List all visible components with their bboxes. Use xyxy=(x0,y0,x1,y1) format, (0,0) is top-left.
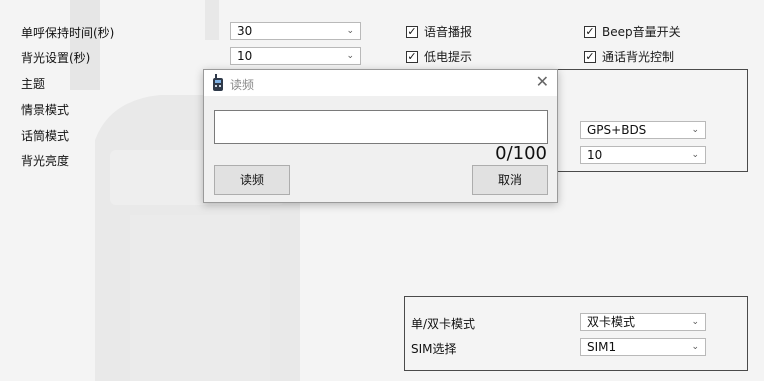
sim-value: SIM1 xyxy=(587,340,617,354)
card-mode-select[interactable]: 双卡模式 ⌄ xyxy=(580,313,706,331)
cancel-button[interactable]: 取消 xyxy=(472,165,548,195)
check-icon: ✓ xyxy=(406,25,418,38)
sim-select-label: SIM选择 xyxy=(411,342,457,356)
brightness-select[interactable]: 10 ⌄ xyxy=(580,146,706,164)
chevron-down-icon: ⌄ xyxy=(691,342,699,352)
backlight-time-value: 10 xyxy=(237,49,253,63)
chevron-down-icon: ⌄ xyxy=(691,317,699,327)
close-icon[interactable]: ✕ xyxy=(536,73,549,91)
card-mode-value: 双卡模式 xyxy=(587,315,636,329)
mic-mode-label: 话筒模式 xyxy=(21,129,70,143)
positioning-select[interactable]: GPS+BDS ⌄ xyxy=(580,121,706,139)
check-icon: ✓ xyxy=(584,50,596,63)
call-backlight-checkbox[interactable]: ✓ 通话背光控制 xyxy=(584,48,674,65)
low-battery-label: 低电提示 xyxy=(424,50,473,64)
low-battery-checkbox[interactable]: ✓ 低电提示 xyxy=(406,48,472,65)
character-counter: 0/100 xyxy=(495,143,547,164)
backlight-brightness-label: 背光亮度 xyxy=(21,154,70,168)
scene-mode-label: 情景模式 xyxy=(21,103,70,117)
check-icon: ✓ xyxy=(406,50,418,63)
call-backlight-label: 通话背光控制 xyxy=(602,50,675,64)
dialog-titlebar: 读频 ✕ xyxy=(204,70,557,96)
backlight-time-select[interactable]: 10 ⌄ xyxy=(230,47,361,65)
radio-icon xyxy=(213,74,223,91)
check-icon: ✓ xyxy=(584,25,596,38)
chevron-down-icon: ⌄ xyxy=(346,26,354,36)
chevron-down-icon: ⌄ xyxy=(691,125,699,135)
beep-volume-label: Beep音量开关 xyxy=(602,25,681,39)
chevron-down-icon: ⌄ xyxy=(691,150,699,160)
read-frequency-dialog: 读频 ✕ 0/100 读频 取消 xyxy=(203,69,558,203)
beep-volume-checkbox[interactable]: ✓ Beep音量开关 xyxy=(584,23,681,40)
sim-group-box xyxy=(404,296,748,371)
hold-time-label: 单呼保持时间(秒) xyxy=(21,26,115,40)
read-frequency-button[interactable]: 读频 xyxy=(214,165,290,195)
frequency-input[interactable] xyxy=(214,110,548,144)
brightness-value: 10 xyxy=(587,148,603,162)
theme-label: 主题 xyxy=(21,77,46,91)
voice-broadcast-label: 语音播报 xyxy=(424,25,473,39)
chevron-down-icon: ⌄ xyxy=(346,51,354,61)
voice-broadcast-checkbox[interactable]: ✓ 语音播报 xyxy=(406,23,472,40)
positioning-value: GPS+BDS xyxy=(587,123,647,137)
hold-time-value: 30 xyxy=(237,24,253,38)
sim-select[interactable]: SIM1 ⌄ xyxy=(580,338,706,356)
dialog-title: 读频 xyxy=(230,78,255,92)
hold-time-select[interactable]: 30 ⌄ xyxy=(230,22,361,40)
backlight-time-label: 背光设置(秒) xyxy=(21,51,91,65)
card-mode-label: 单/双卡模式 xyxy=(411,317,476,331)
